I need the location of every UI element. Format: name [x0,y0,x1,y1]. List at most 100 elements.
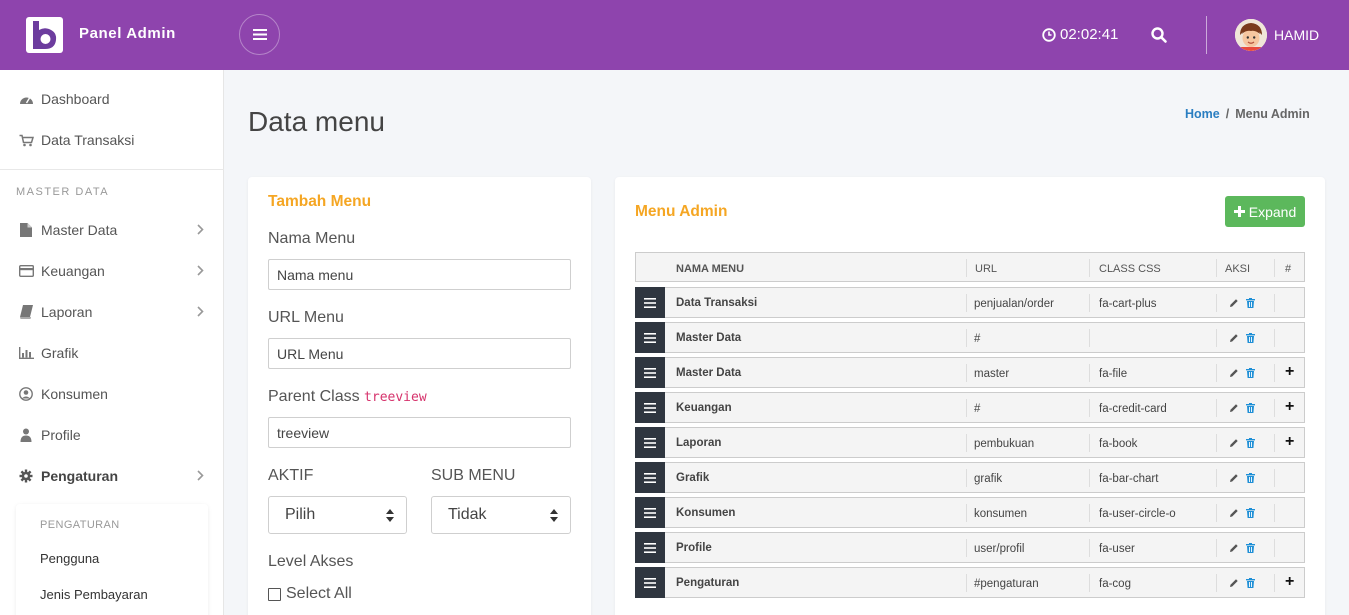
edit-pencil-icon[interactable] [1229,508,1239,518]
column-divider [1089,504,1090,522]
search-button[interactable] [1150,26,1170,46]
menu-row-url: grafik [974,473,1003,485]
sidebar-item-keuangan[interactable]: Keuangan [0,251,224,291]
aktif-select[interactable]: Pilih [268,496,407,534]
menu-row[interactable]: Grafik grafik fa-bar-chart [635,462,1305,493]
delete-trash-icon[interactable] [1246,508,1255,518]
menu-row-class-css: fa-book [1099,438,1138,450]
url-menu-label: URL Menu [268,309,344,326]
expand-row-plus-icon[interactable]: + [1285,399,1294,415]
drag-handle-icon [644,367,656,378]
user-avatar[interactable] [1235,19,1267,51]
expand-row-plus-icon[interactable]: + [1285,574,1294,590]
delete-trash-icon[interactable] [1246,438,1255,448]
sidebar-item-label: Pengaturan [41,468,119,484]
drag-handle[interactable] [635,322,665,353]
column-divider [1089,539,1090,557]
menu-row[interactable]: Master Data # [635,322,1305,353]
drag-handle[interactable] [635,357,665,388]
drag-handle[interactable] [635,497,665,528]
drag-handle[interactable] [635,287,665,318]
delete-trash-icon[interactable] [1246,298,1255,308]
column-divider [966,364,967,382]
sidebar-item-master-data[interactable]: Master Data [0,210,224,250]
menu-row[interactable]: Konsumen konsumen fa-user-circle-o [635,497,1305,528]
edit-pencil-icon[interactable] [1229,333,1239,343]
column-divider [1274,504,1275,522]
nama-menu-input[interactable] [268,259,571,290]
sidebar-toggle-button[interactable] [239,14,280,55]
drag-handle[interactable] [635,567,665,598]
book-icon [18,305,34,319]
drag-handle-icon [644,297,656,308]
delete-trash-icon[interactable] [1246,543,1255,553]
sidebar-item-pengaturan[interactable]: Pengaturan [0,456,224,496]
expand-button[interactable]: Expand [1225,196,1305,227]
edit-pencil-icon[interactable] [1229,298,1239,308]
sidebar-item-profile[interactable]: Profile [0,415,224,455]
expand-row-plus-icon[interactable]: + [1285,364,1294,380]
edit-pencil-icon[interactable] [1229,473,1239,483]
drag-handle[interactable] [635,392,665,423]
column-divider [966,399,967,417]
delete-trash-icon[interactable] [1246,403,1255,413]
menu-row-name: Master Data [676,367,742,379]
expand-row-plus-icon[interactable]: + [1285,434,1294,450]
edit-pencil-icon[interactable] [1229,578,1239,588]
menu-row-name: Pengaturan [676,577,740,589]
edit-pencil-icon[interactable] [1229,403,1239,413]
select-all-checkbox[interactable]: Select All [268,585,352,603]
column-header-aksi: AKSI [1225,263,1251,275]
delete-trash-icon[interactable] [1246,578,1255,588]
cart-icon [18,134,34,147]
menu-row-name: Profile [676,542,712,554]
url-menu-input[interactable] [268,338,571,369]
brand-name[interactable]: Panel Admin [79,25,176,42]
level-akses-label: Level Akses [268,553,354,570]
drag-handle[interactable] [635,532,665,563]
sidebar-item-grafik[interactable]: Grafik [0,333,224,373]
column-divider [966,329,967,347]
drag-handle[interactable] [635,427,665,458]
drag-handle-icon [644,577,656,588]
drag-handle-icon [644,507,656,518]
sidebar-item-label: Data Transaksi [41,132,135,148]
submenu-item-pengguna[interactable]: Pengguna [40,551,99,566]
edit-pencil-icon[interactable] [1229,438,1239,448]
delete-trash-icon[interactable] [1246,333,1255,343]
edit-pencil-icon[interactable] [1229,543,1239,553]
select-all-label: Select All [286,585,352,602]
submenu-item-jenis-pembayaran[interactable]: Jenis Pembayaran [40,587,148,602]
sidebar-item-data-transaksi[interactable]: Data Transaksi [0,120,224,160]
sidebar-item-dashboard[interactable]: Dashboard [0,79,224,119]
chevron-right-icon [197,470,204,481]
menu-row[interactable]: Profile user/profil fa-user [635,532,1305,563]
sidebar-item-laporan[interactable]: Laporan [0,292,224,332]
select-caret-icon [550,509,558,522]
menu-row-url: konsumen [974,508,1028,520]
checkbox-icon[interactable] [268,587,281,601]
parent-class-label-text: Parent Class [268,388,360,405]
parent-class-label: Parent Class treeview [268,388,427,406]
edit-pencil-icon[interactable] [1229,368,1239,378]
menu-row-url: pembukuan [974,438,1035,450]
menu-row[interactable]: Keuangan # fa-credit-card + [635,392,1305,423]
menu-row[interactable]: Data Transaksi penjualan/order fa-cart-plu… [635,287,1305,318]
brand-logo-icon[interactable] [26,17,63,53]
menu-row[interactable]: Laporan pembukuan fa-book + [635,427,1305,458]
delete-trash-icon[interactable] [1246,368,1255,378]
parent-class-code: treeview [364,390,427,405]
clock-icon [1042,27,1056,42]
aktif-select-value: Pilih [285,506,316,523]
sidebar-item-konsumen[interactable]: Konsumen [0,374,224,414]
delete-trash-icon[interactable] [1246,473,1255,483]
sub-menu-select[interactable]: Tidak [431,496,571,534]
breadcrumb-home-link[interactable]: Home [1185,107,1220,121]
menu-row[interactable]: Master Data master fa-file + [635,357,1305,388]
menu-row[interactable]: Pengaturan #pengaturan fa-cog + [635,567,1305,598]
user-name[interactable]: HAMID [1274,27,1319,43]
drag-handle[interactable] [635,462,665,493]
parent-class-input[interactable] [268,417,571,448]
menu-row-class-css: fa-user-circle-o [1099,508,1176,520]
column-divider [1089,259,1090,277]
